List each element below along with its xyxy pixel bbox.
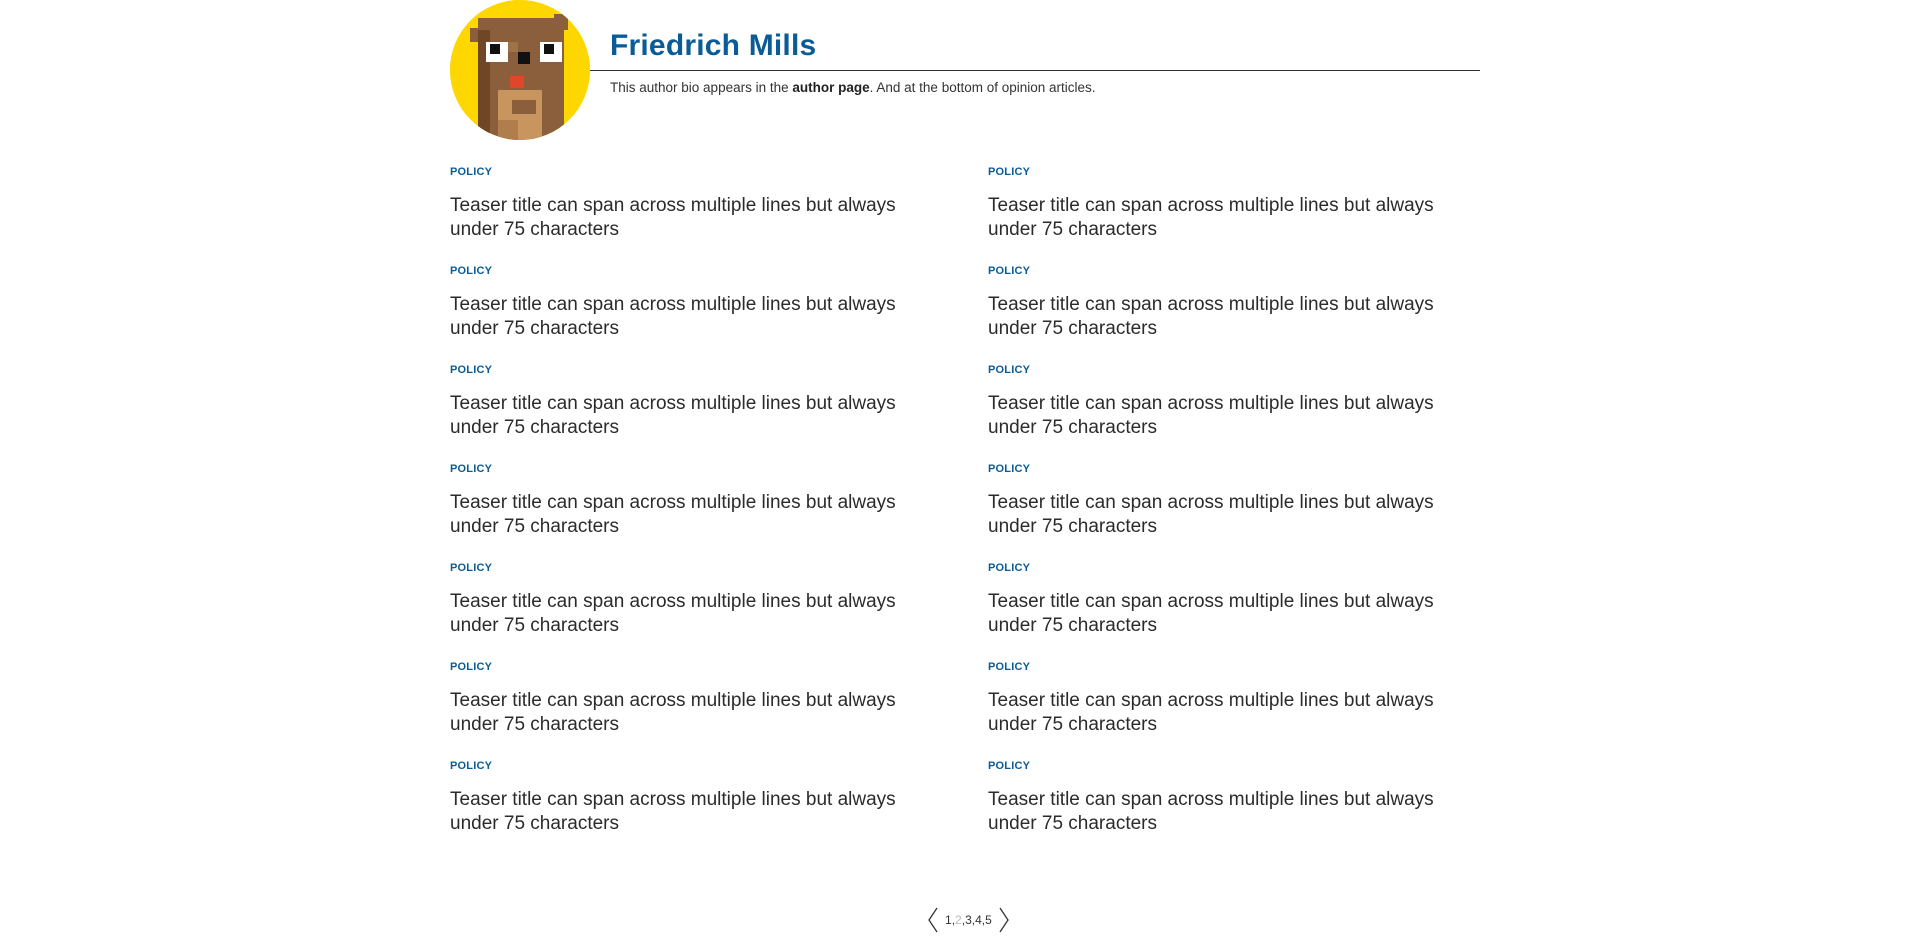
teaser-category-link[interactable]: POLICY (450, 165, 920, 179)
teaser-item: POLICY Teaser title can span across mult… (988, 660, 1458, 737)
teaser-item: POLICY Teaser title can span across mult… (450, 759, 920, 836)
page-link[interactable]: 4 (975, 913, 982, 927)
author-avatar (450, 0, 590, 140)
teaser-category-link[interactable]: POLICY (450, 363, 920, 377)
teaser-category-link[interactable]: POLICY (988, 660, 1458, 674)
page-link[interactable]: 3 (965, 913, 972, 927)
author-name: Friedrich Mills (610, 29, 817, 62)
teaser-title-link[interactable]: Teaser title can span across multiple li… (450, 293, 920, 341)
teaser-title-link[interactable]: Teaser title can span across multiple li… (450, 590, 920, 638)
teaser-category-link[interactable]: POLICY (450, 561, 920, 575)
teaser-category-link[interactable]: POLICY (988, 561, 1458, 575)
author-bio-suffix: . And at the bottom of opinion articles. (869, 80, 1096, 95)
teaser-title-link[interactable]: Teaser title can span across multiple li… (988, 194, 1458, 242)
teaser-title-link[interactable]: Teaser title can span across multiple li… (450, 194, 920, 242)
teaser-title-link[interactable]: Teaser title can span across multiple li… (988, 491, 1458, 539)
teaser-item: POLICY Teaser title can span across mult… (988, 462, 1458, 539)
teaser-item: POLICY Teaser title can span across mult… (450, 165, 920, 242)
page-container: Friedrich Mills This author bio appears … (450, 0, 1480, 834)
teaser-title-link[interactable]: Teaser title can span across multiple li… (988, 590, 1458, 638)
teaser-category-link[interactable]: POLICY (988, 462, 1458, 476)
teaser-title-link[interactable]: Teaser title can span across multiple li… (988, 392, 1458, 440)
page-link[interactable]: 1 (945, 913, 952, 927)
teaser-title-link[interactable]: Teaser title can span across multiple li… (988, 788, 1458, 836)
teaser-title-link[interactable]: Teaser title can span across multiple li… (450, 392, 920, 440)
teaser-category-link[interactable]: POLICY (450, 462, 920, 476)
page-link[interactable]: 5 (985, 913, 992, 927)
author-header: Friedrich Mills This author bio appears … (450, 0, 1480, 145)
teaser-category-link[interactable]: POLICY (988, 363, 1458, 377)
teaser-item: POLICY Teaser title can span across mult… (450, 462, 920, 539)
teaser-title-link[interactable]: Teaser title can span across multiple li… (450, 788, 920, 836)
teaser-item: POLICY Teaser title can span across mult… (988, 363, 1458, 440)
page-link-current[interactable]: 2 (955, 913, 962, 927)
teaser-item: POLICY Teaser title can span across mult… (988, 759, 1458, 836)
teaser-category-link[interactable]: POLICY (988, 759, 1458, 773)
author-bio-prefix: This author bio appears in the (610, 80, 793, 95)
page-numbers: 1,2,3,4,5 (945, 913, 992, 927)
teaser-category-link[interactable]: POLICY (450, 759, 920, 773)
author-divider (590, 70, 1480, 71)
teaser-category-link[interactable]: POLICY (988, 264, 1458, 278)
teaser-item: POLICY Teaser title can span across mult… (450, 363, 920, 440)
teaser-item: POLICY Teaser title can span across mult… (988, 264, 1458, 341)
teaser-category-link[interactable]: POLICY (988, 165, 1458, 179)
teaser-item: POLICY Teaser title can span across mult… (450, 264, 920, 341)
author-page-link[interactable]: author page (792, 80, 869, 95)
teaser-category-link[interactable]: POLICY (450, 660, 920, 674)
teaser-item: POLICY Teaser title can span across mult… (450, 660, 920, 737)
teaser-title-link[interactable]: Teaser title can span across multiple li… (988, 689, 1458, 737)
author-info: Friedrich Mills This author bio appears … (590, 0, 1480, 95)
author-bio: This author bio appears in the author pa… (610, 80, 1096, 95)
teaser-item: POLICY Teaser title can span across mult… (450, 561, 920, 638)
teaser-item: POLICY Teaser title can span across mult… (988, 165, 1458, 242)
pixel-bear-avatar-icon (450, 0, 590, 140)
teaser-title-link[interactable]: Teaser title can span across multiple li… (450, 689, 920, 737)
teaser-item: POLICY Teaser title can span across mult… (988, 561, 1458, 638)
teaser-title-link[interactable]: Teaser title can span across multiple li… (988, 293, 1458, 341)
teaser-category-link[interactable]: POLICY (450, 264, 920, 278)
teaser-title-link[interactable]: Teaser title can span across multiple li… (450, 491, 920, 539)
